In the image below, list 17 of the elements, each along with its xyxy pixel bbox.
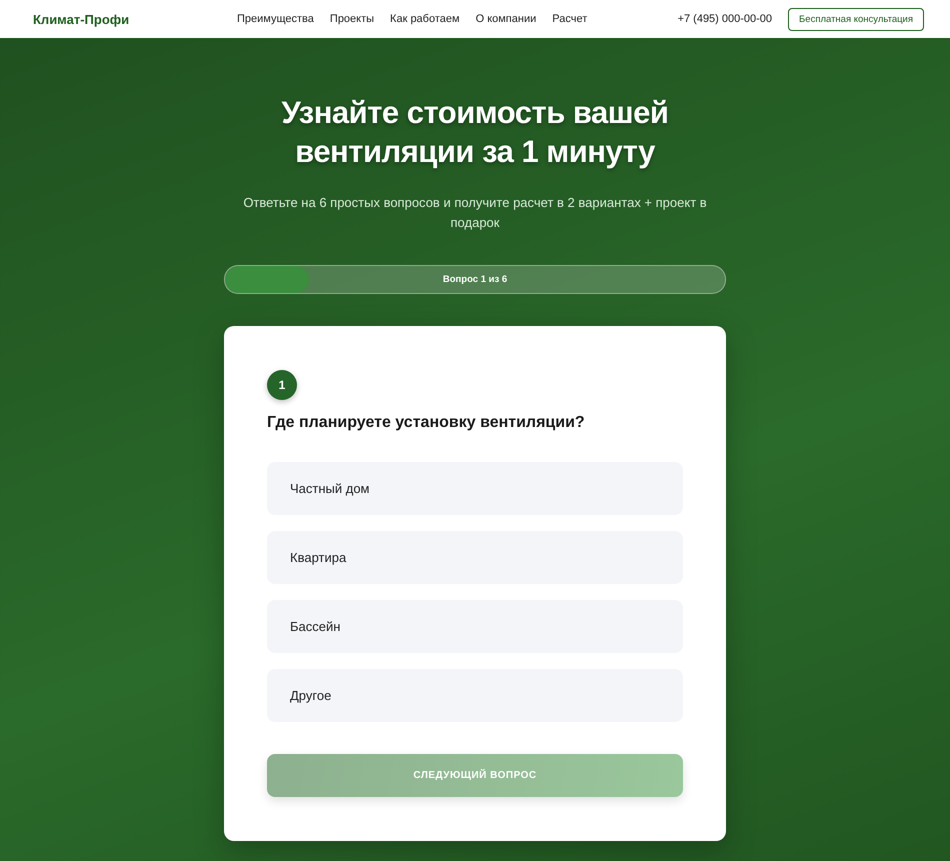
nav-link[interactable]: О компании [476,13,536,25]
progress-label: Вопрос 1 из 6 [442,274,508,285]
site-logo[interactable]: Климат-Профи [33,12,237,26]
answer-option[interactable]: Бассейн [267,600,683,653]
nav-link[interactable]: Проекты [330,13,374,25]
consultation-button[interactable]: Бесплатная консультация [788,8,924,30]
answer-option[interactable]: Квартира [267,531,683,584]
nav-link[interactable]: Расчет [552,13,588,25]
phone-number: +7 (495) 000-00-00 [678,13,772,25]
question-text: Где планируете установку вентиляции? [267,414,586,432]
nav-link[interactable]: Как работаем [390,13,460,25]
step-number: 1 [267,370,297,400]
answer-option[interactable]: Другое [267,669,683,722]
hero-subtitle: Ответьте на 6 простых вопросов и получите расчет в 2 вариантах + проект в подарок [242,194,708,232]
hero-title: Узнайте стоимость вашей вентиляции за 1 минуту [280,94,670,171]
answer-option[interactable]: Частный дом [267,462,683,515]
nav-link[interactable]: Преимущества [237,13,314,25]
